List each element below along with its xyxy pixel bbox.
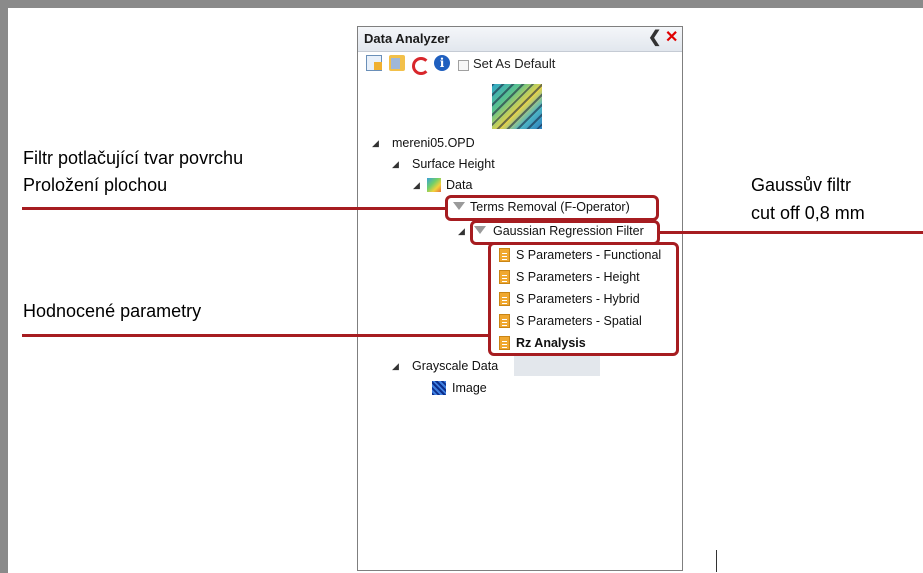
tree-item-label: Surface Height bbox=[412, 157, 495, 171]
annotation-gauss-line2: cut off 0,8 mm bbox=[751, 203, 865, 223]
selected-row-highlight bbox=[514, 356, 600, 376]
panel-header: Data Analyzer ❮ ✕ bbox=[358, 27, 682, 52]
gauss-annotation-line bbox=[658, 231, 923, 234]
annotation-filter-line2: Proložení plochou bbox=[23, 175, 168, 195]
terms-removal-highlight-box bbox=[445, 195, 659, 221]
screenshot-frame-left bbox=[0, 0, 8, 573]
expand-arrow-icon[interactable]: ◢ bbox=[372, 133, 379, 153]
close-icon[interactable]: ✕ bbox=[665, 29, 678, 47]
annotation-filter-line1: Filtr potlačující tvar povrchu bbox=[23, 148, 244, 168]
info-icon[interactable]: i bbox=[434, 55, 450, 71]
new-document-icon[interactable] bbox=[366, 55, 382, 71]
surface-thumbnail bbox=[492, 84, 542, 129]
expand-arrow-icon[interactable]: ◢ bbox=[392, 356, 399, 376]
tree-item-label: mereni05.OPD bbox=[392, 136, 475, 150]
params-annotation-line bbox=[22, 334, 489, 337]
text-cursor bbox=[716, 550, 717, 572]
open-folder-icon[interactable] bbox=[389, 55, 405, 71]
filter-annotation-line bbox=[22, 207, 446, 210]
parameters-highlight-box bbox=[488, 242, 679, 356]
surface-data-icon bbox=[427, 178, 441, 192]
annotation-params: Hodnocené parametry bbox=[23, 301, 202, 321]
expand-arrow-icon[interactable]: ◢ bbox=[413, 175, 420, 195]
annotation-gauss-line1: Gaussův filtr bbox=[751, 175, 852, 195]
refresh-icon[interactable] bbox=[412, 57, 430, 75]
tree-item-label: Data bbox=[446, 178, 473, 192]
tree-item-label: Image bbox=[452, 381, 487, 395]
image-icon bbox=[432, 381, 446, 395]
set-as-default-checkbox[interactable] bbox=[458, 60, 469, 71]
panel-toolbar: i Set As Default bbox=[358, 52, 682, 75]
set-as-default-label: Set As Default bbox=[473, 56, 556, 71]
tree-item-label: Grayscale Data bbox=[412, 359, 499, 373]
expand-arrow-icon[interactable]: ◢ bbox=[392, 154, 399, 174]
screenshot-frame-top bbox=[0, 0, 923, 8]
panel-title: Data Analyzer bbox=[364, 31, 450, 46]
expand-arrow-icon[interactable]: ◢ bbox=[458, 221, 465, 241]
chevron-left-icon[interactable]: ❮ bbox=[648, 29, 661, 47]
